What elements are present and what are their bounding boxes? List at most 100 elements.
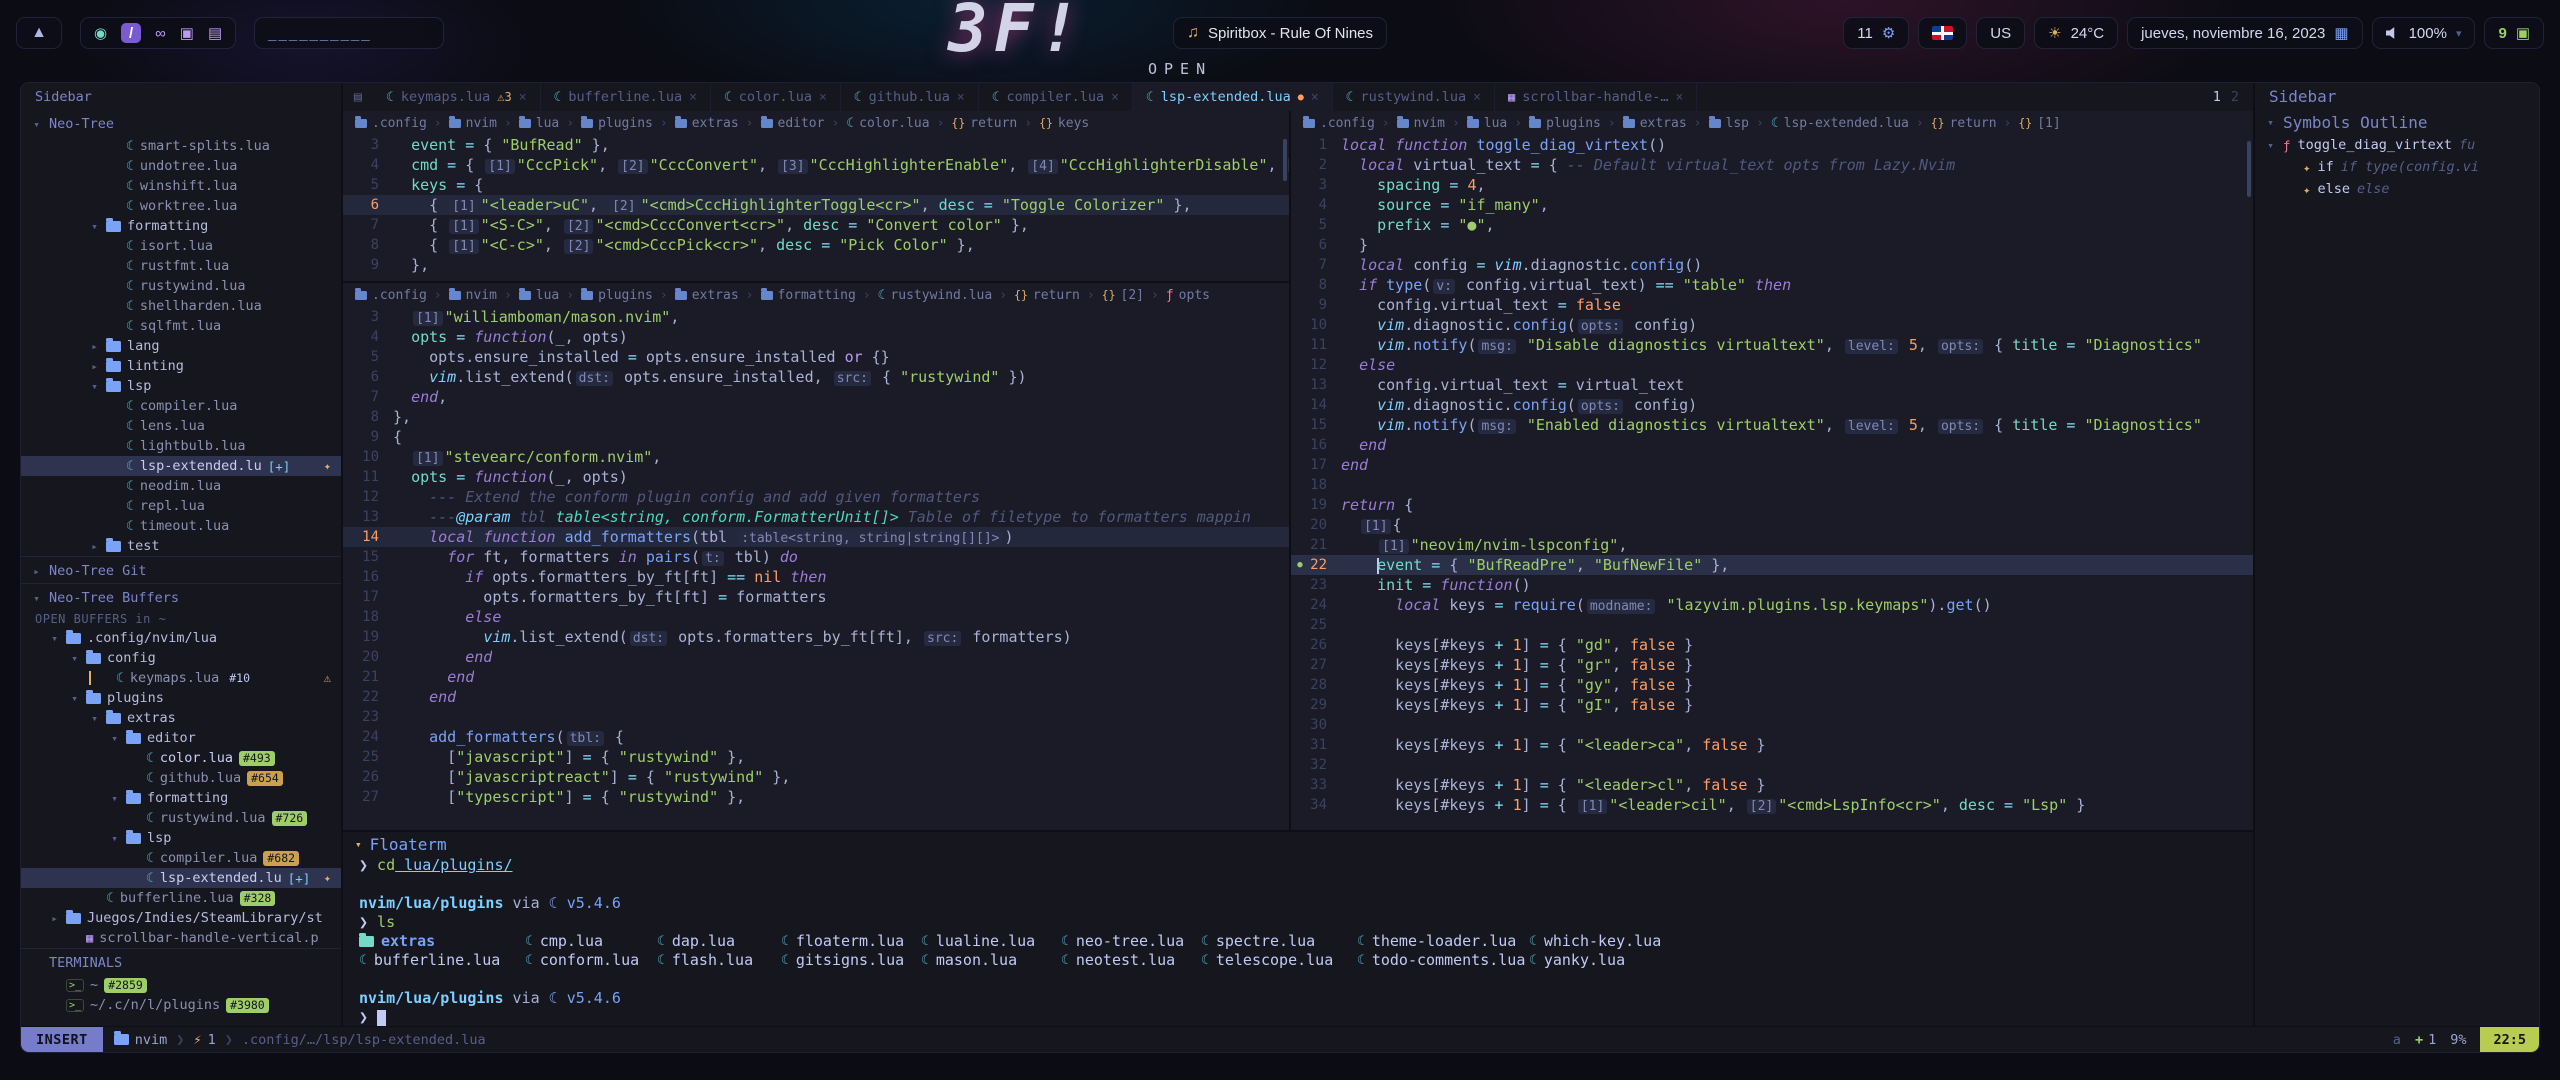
file-entry[interactable]: ☾floaterm.lua [781,932,921,951]
close-icon[interactable]: × [819,90,827,105]
file-entry[interactable]: ☾conform.lua [525,951,657,970]
code-line[interactable]: 13 ---@param tbl table<string, conform.F… [343,507,1289,527]
tab-lsp-extended-lua[interactable]: ☾lsp-extended.lua●× [1133,83,1333,111]
code-line[interactable]: 5 keys = { [343,175,1289,195]
code-line[interactable]: 4 opts = function(_, opts) [343,327,1289,347]
breadcrumb-segment[interactable]: nvim [449,288,497,303]
breadcrumb-segment[interactable]: {}[2] [1102,288,1144,303]
tree-item[interactable]: ▾formatting [21,788,341,808]
tree-item[interactable]: ▾extras [21,708,341,728]
tree-item[interactable]: ☾neodim.lua [21,476,341,496]
date-widget[interactable]: jueves, noviembre 16, 2023 ▦ [2127,17,2362,49]
tree-item[interactable]: ▦scrollbar-handle-vertical.p [21,928,341,948]
now-playing-widget[interactable]: ♫ Spiritbox - Rule Of Nines [1173,17,1387,49]
session-field[interactable]: __________ [254,17,444,49]
tree-item[interactable]: ☾lens.lua [21,416,341,436]
tree-item[interactable]: ☾compiler.lua [21,396,341,416]
notifications-widget[interactable]: 9 ▣ [2484,17,2544,49]
tab-rustywind-lua[interactable]: ☾rustywind.lua× [1333,83,1495,111]
active-workspace-icon[interactable]: / [121,23,141,43]
tree-item[interactable]: ▸Juegos/Indies/SteamLibrary/st [21,908,341,928]
tree-item[interactable]: ☾timeout.lua [21,516,341,536]
breadcrumb-segment[interactable]: {}return [1931,116,1997,131]
code-line[interactable]: 9 config.virtual_text = false [1291,295,2253,315]
code-line[interactable]: 34 keys[#keys + 1] = { [1]"<leader>cil",… [1291,795,2253,815]
code-line[interactable]: 9 }, [343,255,1289,275]
code-line[interactable]: 10 [1]"stevearc/conform.nvim", [343,447,1289,467]
tabpage-number[interactable]: 1 [2213,89,2221,105]
breadcrumb-segment[interactable]: {}[1] [2018,116,2060,131]
code-line[interactable]: 16 if opts.formatters_by_ft[ft] == nil t… [343,567,1289,587]
tree-item[interactable]: ☾rustfmt.lua [21,256,341,276]
breadcrumb-segment[interactable]: plugins [581,288,653,303]
breadcrumb-segment[interactable]: nvim [449,116,497,131]
section-header[interactable]: ▸Neo-Tree Git [21,559,341,583]
file-entry[interactable]: ☾dap.lua [657,932,781,951]
code-line[interactable]: 23 init = function() [1291,575,2253,595]
breadcrumb-segment[interactable]: {}return [951,116,1017,131]
tree-item[interactable]: ▸linting [21,356,341,376]
code-line[interactable]: 24 local keys = require(modname: "lazyvi… [1291,595,2253,615]
code-line[interactable]: 17end [1291,455,2253,475]
code-line[interactable]: 7 { [1]"<S-C>", [2]"<cmd>CccConvert<cr>"… [343,215,1289,235]
tree-item[interactable]: ☾lsp-extended.lu[+]✦ [21,456,341,476]
tab-github-lua[interactable]: ☾github.lua× [841,83,979,111]
code-line[interactable]: 14 vim.diagnostic.config(opts: config) [1291,395,2253,415]
breadcrumb-segment[interactable]: extras [675,288,739,303]
tree-item[interactable]: >_~#2859 [21,975,341,995]
outline-item[interactable]: ▾ƒtoggle_diag_virtextfu [2255,134,2539,156]
code-line[interactable]: 16 end [1291,435,2253,455]
document-icon[interactable]: ▤ [208,24,222,42]
code-line[interactable]: 3 spacing = 4, [1291,175,2253,195]
tree-item[interactable]: ☾sqlfmt.lua [21,316,341,336]
file-entry[interactable]: ☾bufferline.lua [359,951,525,970]
file-entry[interactable]: ☾neotest.lua [1061,951,1201,970]
section-header[interactable]: ▾Neo-Tree Buffers [21,586,341,610]
file-entry[interactable]: ☾gitsigns.lua [781,951,921,970]
close-icon[interactable]: × [1676,90,1684,105]
updates-widget[interactable]: 11 ⚙ [1843,17,1909,49]
tree-item[interactable]: ☾undotree.lua [21,156,341,176]
code-line[interactable]: 21 [1]"neovim/nvim-lspconfig", [1291,535,2253,555]
volume-widget[interactable]: 100% ▾ [2372,17,2476,49]
tree-item[interactable]: ▾config [21,648,341,668]
tree-item[interactable]: ▾lsp [21,828,341,848]
code-line[interactable]: 8}, [343,407,1289,427]
breadcrumb-segment[interactable]: .config [355,288,427,303]
code-line[interactable]: 27 ["typescript"] = { "rustywind" }, [343,787,1289,807]
tab-keymaps-lua[interactable]: ☾keymaps.lua⚠3× [373,83,541,111]
code-line[interactable]: 8 { [1]"<C-c>", [2]"<cmd>CccPick<cr>", d… [343,235,1289,255]
tree-item[interactable]: ☾worktree.lua [21,196,341,216]
tab-scrollbar-handle-[interactable]: ▦scrollbar-handle-…× [1495,83,1697,111]
breadcrumb-segment[interactable]: {}keys [1039,116,1089,131]
breadcrumb-segment[interactable]: extras [1623,116,1687,131]
code-line[interactable]: 20 [1]{ [1291,515,2253,535]
tree-item[interactable]: ☾github.lua#654 [21,768,341,788]
tree-item[interactable]: ▸test [21,536,341,556]
file-entry[interactable]: ☾mason.lua [921,951,1061,970]
tab-bufferline-lua[interactable]: ☾bufferline.lua× [541,83,711,111]
code-line[interactable]: 26 keys[#keys + 1] = { "gd", false } [1291,635,2253,655]
breadcrumb-segment[interactable]: formatting [761,288,856,303]
code-line[interactable]: 12 else [1291,355,2253,375]
tree-item[interactable]: ☾shellharden.lua [21,296,341,316]
code-line[interactable]: 5 prefix = "●", [1291,215,2253,235]
tree-item[interactable]: ☾color.lua#493 [21,748,341,768]
scrollbar-thumb[interactable] [1283,139,1287,181]
stack-icon[interactable]: ▣ [180,24,194,42]
code-line[interactable]: 1local function toggle_diag_virtext() [1291,135,2253,155]
tree-item[interactable]: ▾plugins [21,688,341,708]
code-line[interactable]: 20 end [343,647,1289,667]
code-line[interactable]: 11 opts = function(_, opts) [343,467,1289,487]
floaterm-body[interactable]: ❯ cd lua/plugins/nvim/lua/plugins via ☾ … [343,856,2253,1026]
code-line[interactable]: 5 opts.ensure_installed = opts.ensure_in… [343,347,1289,367]
tree-item[interactable]: >_~/.c/n/l/plugins#3980 [21,995,341,1015]
infinity-icon[interactable]: ∞ [155,25,166,42]
tree-item[interactable]: ☾winshift.lua [21,176,341,196]
weather-widget[interactable]: ☀ 24°C [2034,17,2118,49]
code-line[interactable]: 11 vim.notify(msg: "Disable diagnostics … [1291,335,2253,355]
code-line[interactable]: 6 { [1]"<leader>uC", [2]"<cmd>CccHighlig… [343,195,1289,215]
file-entry[interactable]: ☾yanky.lua [1529,951,1625,970]
breadcrumb-segment[interactable]: extras [675,116,739,131]
breadcrumb-segment[interactable]: ☾rustywind.lua [878,288,993,303]
